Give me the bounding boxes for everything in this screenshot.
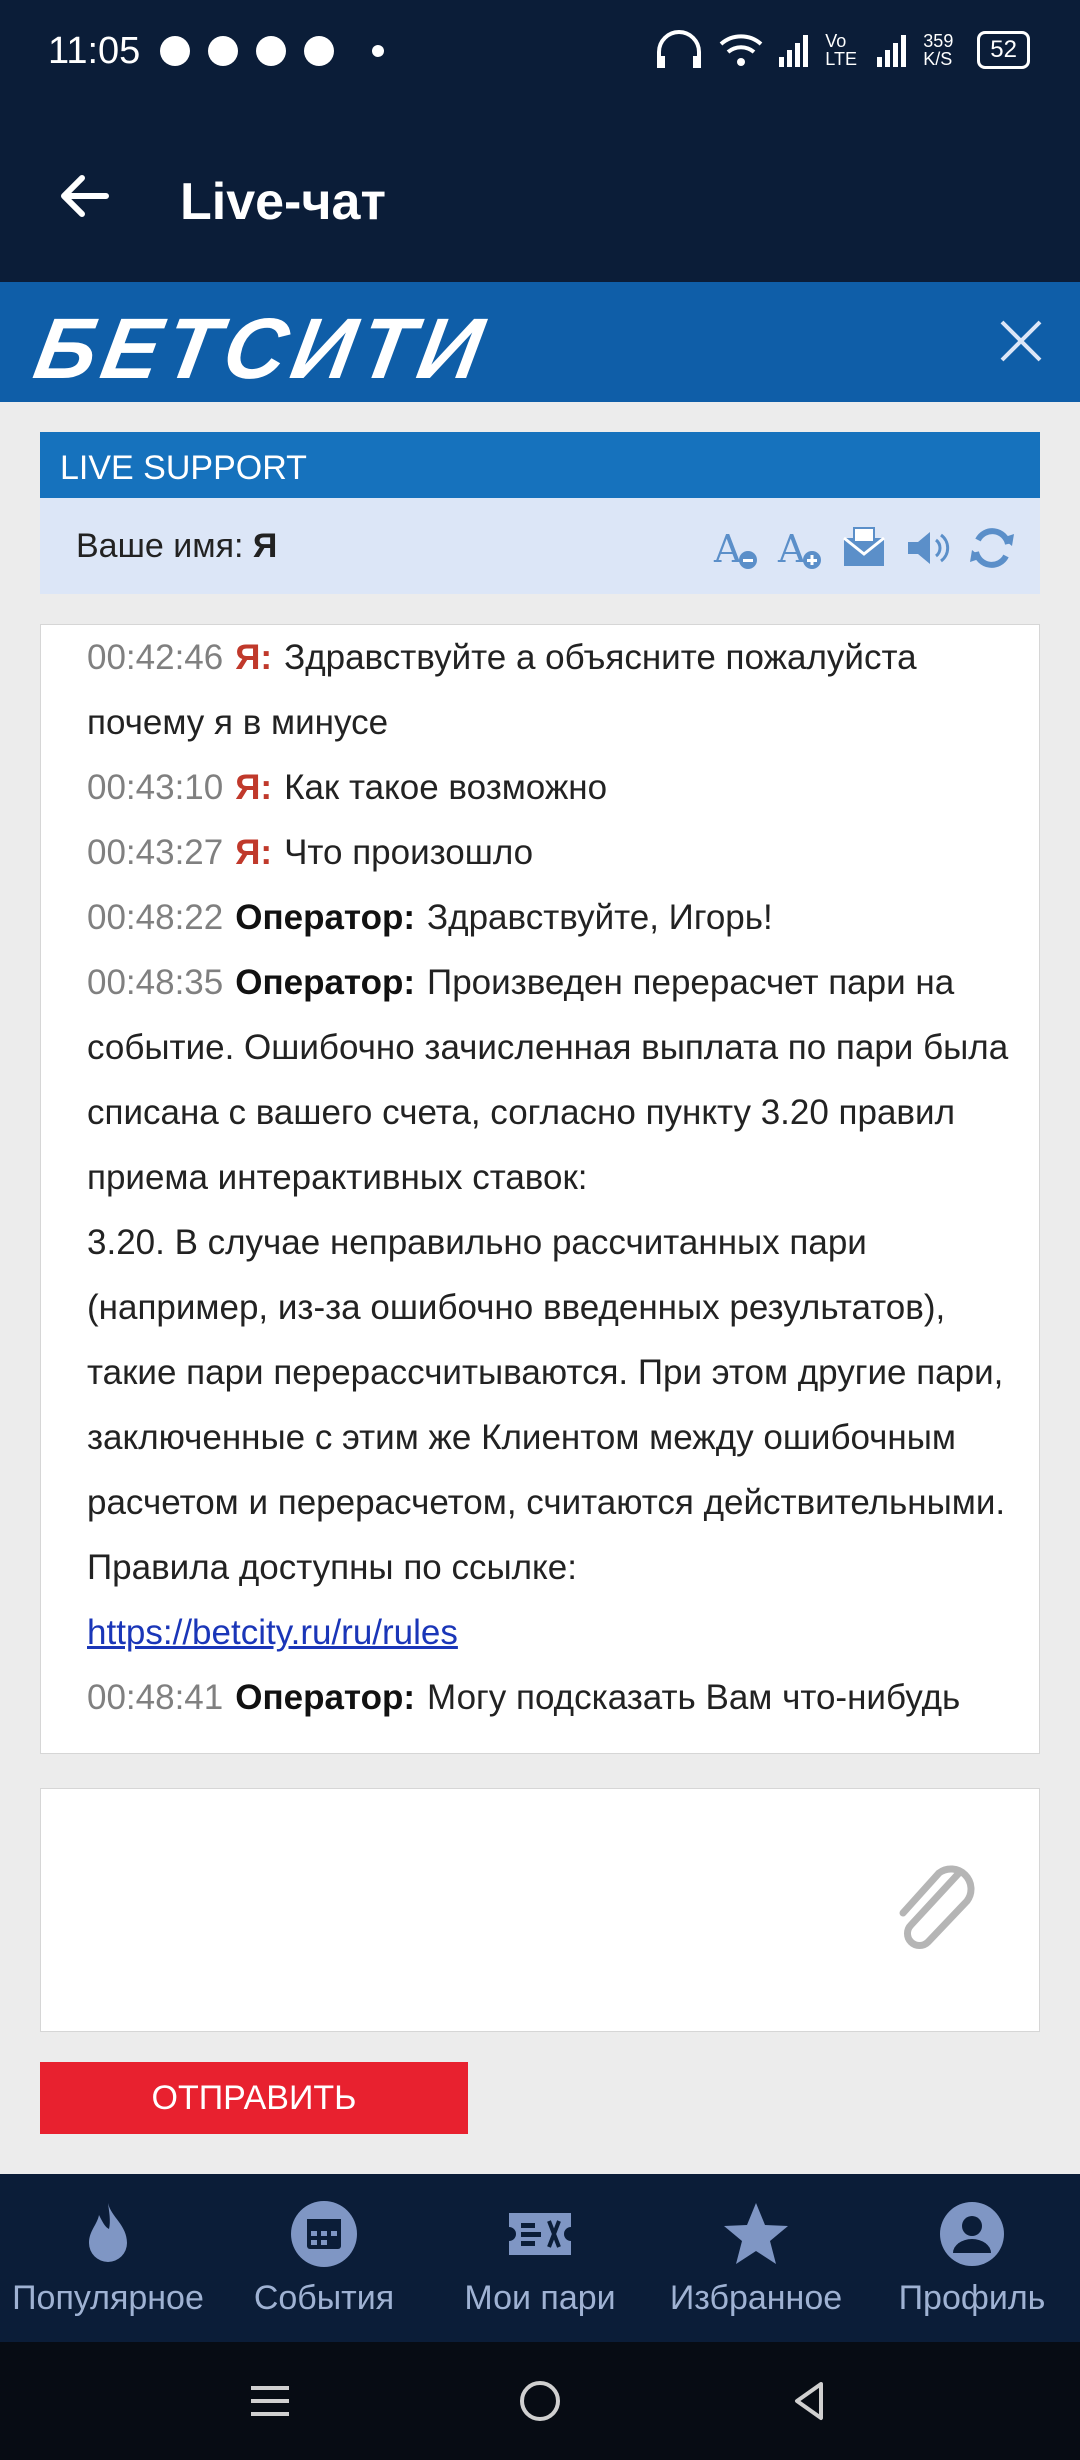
home-icon[interactable] xyxy=(517,2378,563,2424)
youtube-icon xyxy=(208,36,238,66)
paperclip-icon[interactable] xyxy=(889,1859,979,1959)
wifi-icon xyxy=(719,34,763,66)
chat-tools: A A xyxy=(712,524,1016,572)
nav-label: Популярное xyxy=(12,2278,204,2317)
nav-item-profile[interactable]: Профиль xyxy=(864,2199,1080,2318)
chat-message: 00:43:10 Я: Как такое возможно xyxy=(87,755,1017,820)
message-continuation: 3.20. В случае неправильно рассчитанных … xyxy=(87,1223,1006,1522)
message-author: Я: xyxy=(235,638,273,677)
notification-icons xyxy=(160,36,384,66)
system-nav-bar xyxy=(0,2342,1080,2460)
ticket-icon xyxy=(509,2212,571,2255)
page-title: Live-чат xyxy=(180,173,386,231)
nav-label: События xyxy=(253,2278,395,2317)
message-author: Я: xyxy=(235,833,273,872)
back-icon[interactable] xyxy=(787,2378,833,2424)
close-icon[interactable] xyxy=(998,318,1044,364)
live-support-header: LIVE SUPPORT xyxy=(40,432,1040,498)
chat-log[interactable]: 00:42:46 Я: Здравствуйте а объясните пожал… xyxy=(40,624,1040,1754)
volte-label: Vo LTE xyxy=(825,31,857,69)
mir-icon xyxy=(304,36,334,66)
send-button[interactable]: ОТПРАВИТЬ xyxy=(40,2062,468,2134)
message-time: 00:48:35 xyxy=(87,963,224,1002)
signal-icon-2 xyxy=(877,35,907,67)
brand-header: БЕТСИТИ xyxy=(0,282,1080,402)
chat-message: 00:48:22 Оператор: Здравствуйте, Игорь! xyxy=(87,885,1017,950)
app-bar: Live-чат xyxy=(0,110,1080,282)
star-icon xyxy=(724,2202,788,2264)
flame-icon xyxy=(89,2202,127,2262)
network-speed: 359 K/S xyxy=(923,31,954,69)
nav-item-events[interactable]: События xyxy=(216,2199,432,2318)
svg-text:A: A xyxy=(777,527,806,571)
name-label-text: Ваше имя: xyxy=(76,527,244,565)
headphones-icon xyxy=(657,30,702,68)
betcity-logo: БЕТСИТИ xyxy=(27,301,496,397)
dot-icon xyxy=(372,45,384,57)
nav-label: Профиль xyxy=(898,2278,1046,2317)
message-time: 00:48:22 xyxy=(87,898,224,937)
nav-item-popular[interactable]: Популярное xyxy=(0,2199,216,2318)
message-continuation: Правила доступны по ссылке: xyxy=(87,1548,577,1587)
message-text: Что произошло xyxy=(284,833,534,872)
rules-link-row: https://betcity.ru/ru/rules xyxy=(87,1600,1017,1665)
sound-icon[interactable] xyxy=(904,524,952,572)
status-bar: 11:05 Vo LTE 359 K/S 52 xyxy=(0,0,1080,110)
battery-indicator: 52 xyxy=(977,31,1030,69)
message-input[interactable] xyxy=(40,1788,1040,2032)
font-decrease-icon[interactable]: A xyxy=(712,524,760,572)
chat-message: 00:42:46 Я: Здравствуйте а объясните пожал… xyxy=(87,625,1017,755)
message-text: Произведен перерасчет пари на событие. О… xyxy=(87,963,1009,1197)
email-icon[interactable] xyxy=(840,524,888,572)
message-author: Я: xyxy=(235,768,273,807)
menu-icon[interactable] xyxy=(247,2378,293,2424)
message-author: Оператор: xyxy=(235,1678,416,1717)
name-bar: Ваше имя: Я A A xyxy=(40,498,1040,594)
chat-messages: 00:42:46 Я: Здравствуйте а объясните пожал… xyxy=(87,625,1017,1730)
rules-link[interactable]: https://betcity.ru/ru/rules xyxy=(87,1613,458,1652)
status-time: 11:05 xyxy=(48,30,141,72)
message-time: 00:42:46 xyxy=(87,638,224,677)
status-right: Vo LTE 359 K/S 52 xyxy=(653,30,1030,70)
message-time: 00:48:41 xyxy=(87,1678,224,1717)
message-time: 00:43:27 xyxy=(87,833,224,872)
chat-message: 00:43:27 Я: Что произошло xyxy=(87,820,1017,885)
message-text: Здравствуйте, Игорь! xyxy=(427,898,773,937)
nav-item-favorites[interactable]: Избранное xyxy=(648,2199,864,2318)
svg-text:A: A xyxy=(713,527,742,571)
name-label: Ваше имя: Я xyxy=(76,527,277,566)
chat-content: LIVE SUPPORT Ваше имя: Я A A 00:42:46 Я: З… xyxy=(0,402,1080,2174)
message-text: Могу подсказать Вам что-нибудь xyxy=(427,1678,961,1717)
signal-icon xyxy=(779,35,809,67)
profile-icon xyxy=(940,2201,1004,2266)
nav-label: Избранное xyxy=(669,2278,843,2317)
nav-label: Мои пари xyxy=(464,2278,616,2317)
bottom-nav: Популярное События Мои пари Избранное Пр… xyxy=(0,2174,1080,2342)
nav-item-my-bets[interactable]: Мои пари xyxy=(432,2199,648,2318)
chat-message: 00:48:35 Оператор: Произведен перерасчет п… xyxy=(87,950,1017,1210)
message-author: Оператор: xyxy=(235,898,416,937)
name-value: Я xyxy=(252,527,278,565)
font-increase-icon[interactable]: A xyxy=(776,524,824,572)
message-text: Как такое возможно xyxy=(284,768,608,807)
back-arrow-icon[interactable] xyxy=(56,168,112,224)
chat-message: 00:48:41 Оператор: Могу подсказать Вам что… xyxy=(87,1665,1017,1730)
message-time: 00:43:10 xyxy=(87,768,224,807)
game-icon xyxy=(160,36,190,66)
refresh-icon[interactable] xyxy=(968,524,1016,572)
message-author: Оператор: xyxy=(235,963,416,1002)
calendar-icon xyxy=(291,2200,357,2267)
mts-bank-icon xyxy=(256,36,286,66)
